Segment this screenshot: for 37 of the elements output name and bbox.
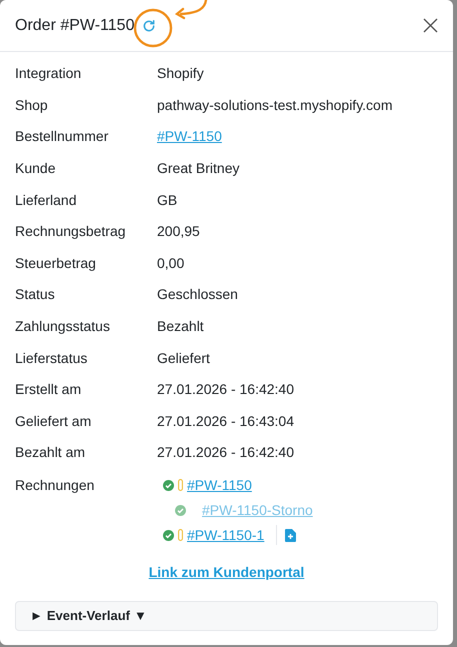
field-label: Bezahlt am	[15, 443, 86, 462]
invoice-link[interactable]: #PW-1150-1	[187, 524, 264, 546]
order-link[interactable]: #PW-1150	[157, 126, 222, 148]
field-label: Rechnungsbetrag	[15, 222, 127, 242]
event-history-toggle[interactable]: ► Event-Verlauf ▼	[15, 600, 438, 631]
annotation-circle	[133, 8, 173, 48]
field-label: Kunde	[15, 159, 56, 178]
close-icon[interactable]	[423, 18, 438, 33]
field-value: 27.01.2026 - 16:43:04	[157, 412, 294, 431]
field-value: 200,95	[157, 222, 200, 242]
field-value: 27.01.2026 - 16:42:40	[157, 380, 294, 400]
add-file-icon[interactable]	[285, 528, 296, 542]
field-label: Status	[15, 285, 56, 304]
field-label: Steuerbetrag	[15, 254, 97, 273]
field-value: Geschlossen	[157, 285, 238, 304]
field-label: Zahlungsstatus	[15, 317, 111, 336]
field-label: Lieferland	[15, 190, 78, 210]
customer-portal-link[interactable]: Link zum Kundenportal	[148, 562, 304, 583]
field-label: Lieferstatus	[15, 348, 88, 368]
refresh-icon[interactable]	[142, 18, 156, 32]
field-value: Bezahlt	[157, 317, 204, 336]
field-value: 0,00	[157, 254, 184, 273]
field-label: Rechnungen	[15, 476, 96, 495]
field-label: Bestellnummer	[15, 127, 110, 146]
invoice-link[interactable]: #PW-1150	[187, 474, 252, 496]
field-value: Great Britney	[157, 159, 240, 178]
field-value: 27.01.2026 - 16:42:40	[157, 443, 294, 462]
field-value: GB	[157, 190, 178, 210]
field-label: Integration	[15, 64, 82, 84]
field-value: Shopify	[157, 64, 204, 84]
field-label: Erstellt am	[15, 380, 82, 400]
invoice-link[interactable]: #PW-1150-Storno	[202, 500, 313, 521]
dialog-title: Order #PW-1150	[15, 16, 134, 36]
field-label: Shop	[15, 96, 49, 115]
field-value: Geliefert	[157, 348, 210, 368]
field-value: pathway-solutions-test.myshopify.com	[157, 96, 392, 115]
field-label: Geliefert am	[15, 412, 92, 431]
